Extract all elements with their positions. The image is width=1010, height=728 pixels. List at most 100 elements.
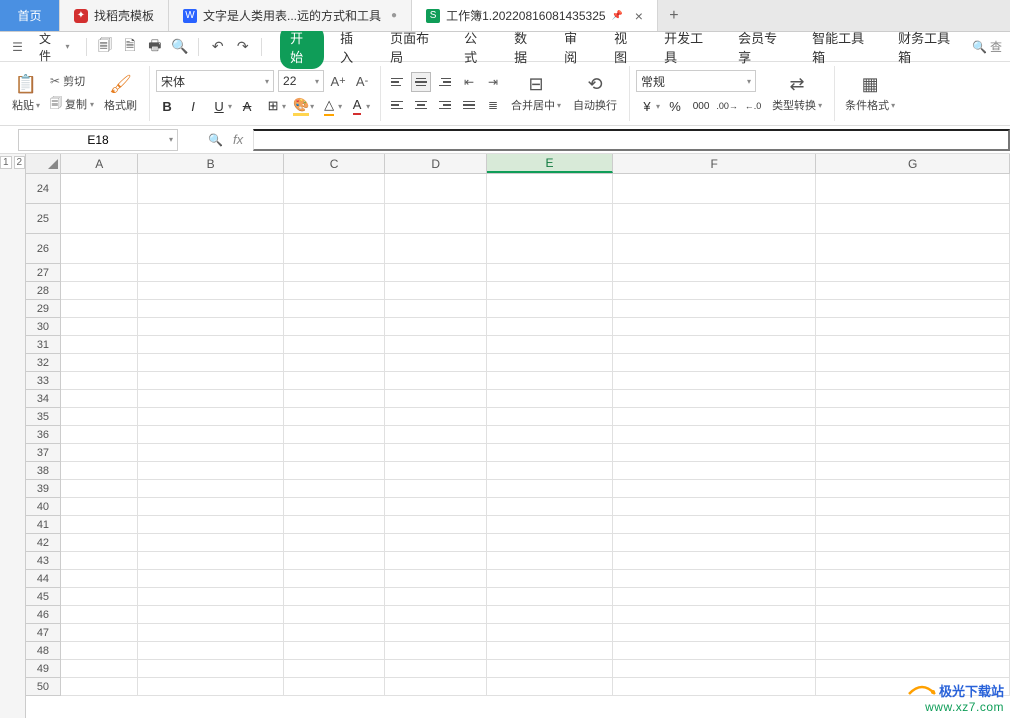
currency-button[interactable]: ¥▾ xyxy=(636,95,660,117)
cell[interactable] xyxy=(138,642,283,660)
decimal-decrease-button[interactable]: ←.0 xyxy=(742,95,764,117)
cell[interactable] xyxy=(613,516,816,534)
doc-tab-3[interactable]: S 工作簿1.20220816081435325 📌 × xyxy=(412,0,658,31)
cell[interactable] xyxy=(487,204,613,234)
cell[interactable] xyxy=(487,282,613,300)
cell[interactable] xyxy=(385,234,487,264)
cell[interactable] xyxy=(284,174,386,204)
cell[interactable] xyxy=(61,642,138,660)
cell[interactable] xyxy=(613,660,816,678)
cell[interactable] xyxy=(138,264,283,282)
save-icon[interactable]: 🗐 xyxy=(95,36,116,58)
bold-button[interactable]: B xyxy=(156,95,178,117)
cell[interactable] xyxy=(613,624,816,642)
cell[interactable] xyxy=(138,390,283,408)
cell[interactable] xyxy=(613,372,816,390)
cell[interactable] xyxy=(816,642,1010,660)
cell[interactable] xyxy=(613,570,816,588)
cell[interactable] xyxy=(816,462,1010,480)
undo-icon[interactable]: ↶ xyxy=(207,36,228,58)
row-header[interactable]: 45 xyxy=(26,588,61,606)
cell[interactable] xyxy=(816,444,1010,462)
cell[interactable] xyxy=(816,336,1010,354)
cell[interactable] xyxy=(138,354,283,372)
cell[interactable] xyxy=(613,444,816,462)
cell[interactable] xyxy=(613,354,816,372)
close-dot-icon[interactable]: ● xyxy=(391,10,397,21)
cell[interactable] xyxy=(816,570,1010,588)
zoom-icon[interactable]: 🔍 xyxy=(208,133,223,147)
cell[interactable] xyxy=(61,480,138,498)
italic-button[interactable]: I xyxy=(182,95,204,117)
align-bottom-button[interactable] xyxy=(435,72,455,92)
cell[interactable] xyxy=(284,390,386,408)
cell[interactable] xyxy=(284,318,386,336)
row-header[interactable]: 24 xyxy=(26,174,61,204)
cell[interactable] xyxy=(816,426,1010,444)
cell[interactable] xyxy=(385,408,487,426)
row-header[interactable]: 48 xyxy=(26,642,61,660)
cell[interactable] xyxy=(138,372,283,390)
row-header[interactable]: 37 xyxy=(26,444,61,462)
row-header[interactable]: 49 xyxy=(26,660,61,678)
cell[interactable] xyxy=(487,516,613,534)
cell[interactable] xyxy=(138,282,283,300)
ribbon-tab-insert[interactable]: 插入 xyxy=(330,25,374,69)
font-size-select[interactable]: 22▾ xyxy=(278,70,324,92)
font-name-select[interactable]: 宋体▾ xyxy=(156,70,274,92)
row-header[interactable]: 38 xyxy=(26,462,61,480)
row-header[interactable]: 31 xyxy=(26,336,61,354)
cell[interactable] xyxy=(816,552,1010,570)
cell[interactable] xyxy=(61,204,138,234)
cell[interactable] xyxy=(385,174,487,204)
cell[interactable] xyxy=(816,390,1010,408)
row-header[interactable]: 47 xyxy=(26,624,61,642)
cell[interactable] xyxy=(385,318,487,336)
paste-button[interactable]: 📋 粘贴▾ xyxy=(8,72,44,115)
select-all-corner[interactable] xyxy=(26,154,61,173)
cell[interactable] xyxy=(61,624,138,642)
export-icon[interactable]: 🗎 xyxy=(119,36,140,58)
cell[interactable] xyxy=(61,300,138,318)
cell[interactable] xyxy=(138,588,283,606)
ribbon-tab-formula[interactable]: 公式 xyxy=(454,25,498,69)
cell[interactable] xyxy=(487,264,613,282)
cell[interactable] xyxy=(487,624,613,642)
cell[interactable] xyxy=(61,282,138,300)
align-top-button[interactable] xyxy=(387,72,407,92)
cell[interactable] xyxy=(613,588,816,606)
cell[interactable] xyxy=(284,642,386,660)
cell[interactable] xyxy=(284,552,386,570)
cell[interactable] xyxy=(61,516,138,534)
preview-icon[interactable]: 🔍 xyxy=(169,36,190,58)
cell[interactable] xyxy=(487,336,613,354)
cell[interactable] xyxy=(613,282,816,300)
column-header-F[interactable]: F xyxy=(613,154,816,173)
cell[interactable] xyxy=(61,660,138,678)
cell[interactable] xyxy=(613,642,816,660)
cell[interactable] xyxy=(385,444,487,462)
cell[interactable] xyxy=(138,336,283,354)
ribbon-tab-start[interactable]: 开始 xyxy=(280,25,324,69)
cell[interactable] xyxy=(816,480,1010,498)
cell[interactable] xyxy=(284,234,386,264)
cell[interactable] xyxy=(284,516,386,534)
print-icon[interactable]: 🖶 xyxy=(144,36,165,58)
column-header-A[interactable]: A xyxy=(61,154,138,173)
ribbon-tab-view[interactable]: 视图 xyxy=(604,25,648,69)
comma-button[interactable]: 000 xyxy=(690,95,712,117)
font-increase-button[interactable]: A+ xyxy=(328,71,348,91)
highlight-color-button[interactable]: △▾ xyxy=(318,95,342,117)
cell[interactable] xyxy=(487,660,613,678)
cell[interactable] xyxy=(613,300,816,318)
cell[interactable] xyxy=(613,204,816,234)
cell[interactable] xyxy=(613,678,816,696)
cell[interactable] xyxy=(61,264,138,282)
cell[interactable] xyxy=(613,390,816,408)
cell[interactable] xyxy=(61,588,138,606)
row-header[interactable]: 32 xyxy=(26,354,61,372)
column-header-C[interactable]: C xyxy=(284,154,386,173)
search-box[interactable]: 🔍 查 xyxy=(972,38,1002,55)
fx-icon[interactable]: fx xyxy=(233,132,243,147)
cell[interactable] xyxy=(613,318,816,336)
